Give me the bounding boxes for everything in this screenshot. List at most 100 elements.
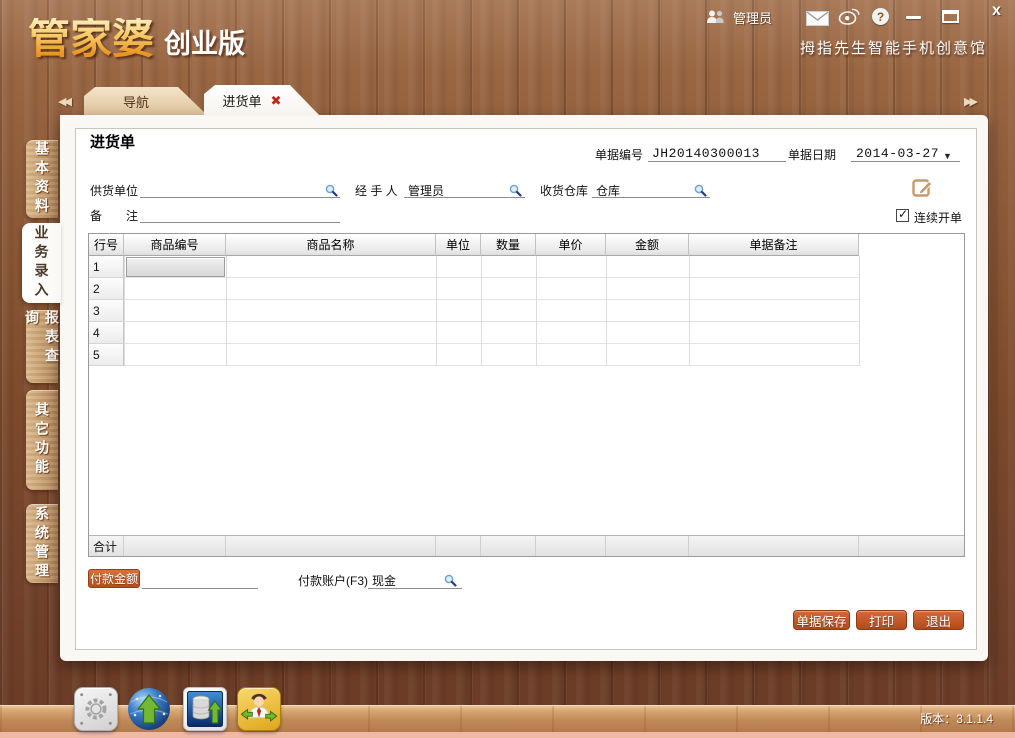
sidebar-item-label: 报表查询	[22, 310, 62, 383]
print-button[interactable]: 打印	[856, 610, 907, 630]
version-label: 版本：3.1.1.4	[920, 710, 993, 727]
payment-amount-button[interactable]: 付款金额	[88, 569, 140, 588]
tab-scroll-right-icon[interactable]: ▶▶	[964, 95, 975, 108]
user-name-label: 管理员	[733, 8, 772, 27]
continuous-billing-checkbox[interactable]	[896, 209, 909, 222]
col-header-quantity[interactable]: 数量	[481, 234, 536, 256]
col-header-doc-remark[interactable]: 单据备注	[689, 234, 859, 256]
company-name: 拇指先生智能手机创意馆	[800, 37, 987, 58]
user-switch-icon[interactable]	[237, 687, 281, 731]
sidebar-item-label: 业务录入	[32, 225, 52, 301]
exit-button[interactable]: 退出	[913, 610, 964, 630]
col-separator	[689, 256, 690, 366]
supplier-label: 供货单位	[90, 182, 138, 199]
sidebar-item-report-query[interactable]: 报表查询	[26, 310, 58, 383]
col-header-product-name[interactable]: 商品名称	[226, 234, 436, 256]
tab-purchase-order-label: 进货单	[223, 91, 262, 110]
warehouse-underline	[592, 197, 710, 198]
doc-no-underline	[648, 161, 786, 162]
warehouse-search-icon[interactable]	[694, 184, 707, 197]
mail-icon[interactable]	[806, 11, 829, 31]
app-window: 管家婆 创业版 管理员 ? x 拇指先生智能手机创意馆 ◀◀ 导航 进货单 ✖ …	[0, 0, 1015, 738]
col-separator	[481, 256, 482, 366]
payment-account-underline	[368, 588, 462, 589]
sidebar-item-business-entry[interactable]: 业务录入	[22, 223, 61, 303]
row-number-cell[interactable]: 1	[89, 256, 124, 278]
footer-cell	[124, 536, 226, 556]
table-footer-row: 合计	[89, 535, 964, 556]
settings-gear-icon[interactable]	[74, 687, 118, 731]
table-header-row: 行号 商品编号 商品名称 单位 数量 单价 金额 单据备注	[89, 234, 964, 256]
row-number-cell[interactable]: 5	[89, 344, 124, 366]
supplier-underline	[140, 197, 340, 198]
tab-scroll-left-icon[interactable]: ◀◀	[58, 95, 69, 108]
tab-navigation[interactable]: 导航	[84, 87, 208, 116]
row-number-cell[interactable]: 2	[89, 278, 124, 300]
footer-cell	[859, 536, 964, 556]
footer-cell	[606, 536, 689, 556]
handler-label: 经 手 人	[355, 182, 398, 199]
edit-icon[interactable]	[912, 177, 934, 204]
app-logo: 管家婆 创业版	[28, 4, 245, 60]
supplier-search-icon[interactable]	[325, 184, 338, 197]
save-button[interactable]: 单据保存	[793, 610, 850, 630]
col-separator	[536, 256, 537, 366]
minimize-icon[interactable]	[906, 16, 921, 19]
footer-cell	[226, 536, 436, 556]
help-icon[interactable]: ?	[872, 8, 889, 25]
continuous-billing-label: 连续开单	[914, 209, 962, 226]
remark-underline	[140, 222, 340, 223]
doc-date-label: 单据日期	[788, 146, 836, 163]
col-header-unit[interactable]: 单位	[436, 234, 481, 256]
tab-purchase-order[interactable]: 进货单 ✖	[204, 85, 320, 116]
sidebar-item-label: 其它功能	[32, 402, 52, 478]
network-upload-icon[interactable]	[127, 687, 171, 731]
logo-sub-text: 创业版	[164, 31, 245, 60]
footer-cell	[436, 536, 481, 556]
selected-cell-product-code[interactable]	[126, 257, 225, 277]
handler-underline	[404, 197, 525, 198]
footer-total-label: 合计	[89, 536, 124, 556]
row-number-cell[interactable]: 3	[89, 300, 124, 322]
col-header-product-code[interactable]: 商品编号	[124, 234, 226, 256]
col-header-amount[interactable]: 金额	[606, 234, 689, 256]
maximize-icon[interactable]	[942, 10, 959, 23]
footer-cell	[536, 536, 606, 556]
payment-account-search-icon[interactable]	[444, 574, 457, 587]
col-header-row-no[interactable]: 行号	[89, 234, 124, 256]
sidebar-item-label: 系统管理	[32, 506, 52, 582]
payment-amount-underline	[142, 588, 258, 589]
sidebar-item-basic-data[interactable]: 基本资料	[26, 140, 58, 218]
close-icon[interactable]: x	[992, 2, 1001, 20]
tab-close-icon[interactable]: ✖	[271, 94, 282, 107]
col-header-unit-price[interactable]: 单价	[536, 234, 606, 256]
user-icon	[706, 10, 726, 26]
item-table[interactable]: 行号 商品编号 商品名称 单位 数量 单价 金额 单据备注 1 2 3 4 5 …	[88, 233, 965, 557]
payment-account-label: 付款账户(F3)	[298, 572, 368, 589]
database-backup-icon[interactable]	[183, 687, 227, 731]
col-separator	[606, 256, 607, 366]
tab-navigation-label: 导航	[123, 92, 149, 111]
doc-no-label: 单据编号	[595, 146, 643, 163]
col-separator	[436, 256, 437, 366]
col-separator	[124, 256, 125, 366]
page-title: 进货单	[90, 131, 135, 152]
warehouse-label: 收货仓库	[540, 182, 588, 199]
weibo-icon[interactable]	[838, 8, 860, 31]
handler-search-icon[interactable]	[509, 184, 522, 197]
row-number-cell[interactable]: 4	[89, 322, 124, 344]
col-header-filler	[859, 234, 964, 256]
current-user[interactable]: 管理员	[706, 8, 772, 27]
footer-cell	[481, 536, 536, 556]
doc-no-value[interactable]: JH20140300013	[652, 146, 760, 161]
payment-account-value[interactable]: 现金	[372, 572, 396, 589]
sidebar-item-system-management[interactable]: 系统管理	[26, 504, 58, 583]
bottom-edge-strip	[0, 732, 1015, 738]
sidebar-item-label: 基本资料	[32, 141, 52, 217]
doc-date-value[interactable]: 2014-03-27	[856, 146, 939, 161]
sidebar-item-other-functions[interactable]: 其它功能	[26, 390, 58, 490]
footer-cell	[689, 536, 859, 556]
date-dropdown-icon[interactable]	[943, 146, 952, 164]
col-separator	[226, 256, 227, 366]
logo-main-text: 管家婆	[28, 18, 154, 60]
